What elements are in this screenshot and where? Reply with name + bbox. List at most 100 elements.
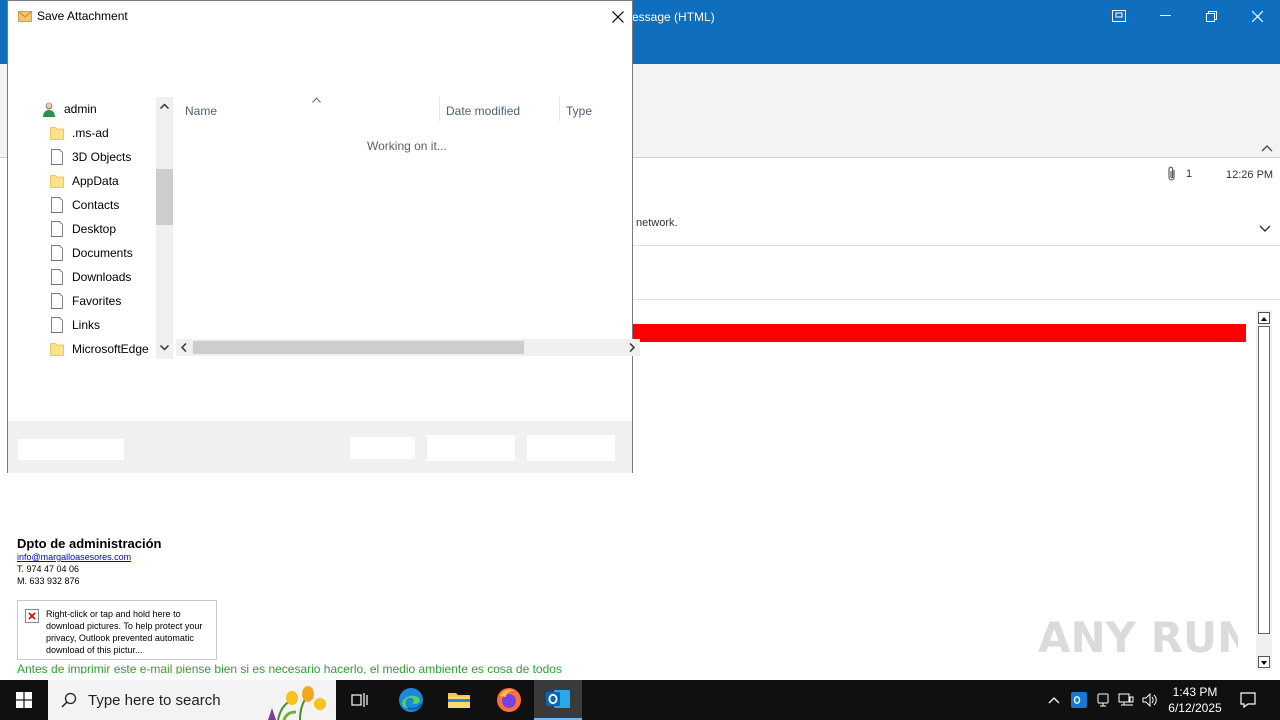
file-icon bbox=[50, 245, 64, 261]
task-view-icon bbox=[351, 693, 368, 707]
chevron-left-icon[interactable] bbox=[179, 342, 190, 353]
attachment-indicator[interactable]: 1 bbox=[1166, 166, 1192, 182]
chevron-right-icon[interactable] bbox=[626, 342, 637, 353]
ribbon-display-options-button[interactable] bbox=[1096, 0, 1142, 32]
chevron-down-icon[interactable] bbox=[1258, 222, 1272, 234]
firefox-icon bbox=[497, 688, 521, 712]
loading-status: Working on it... bbox=[367, 139, 447, 153]
nav-item-ms-ad[interactable]: .ms-ad bbox=[38, 121, 164, 145]
nav-item-contacts[interactable]: Contacts bbox=[38, 193, 164, 217]
nav-item-desktop[interactable]: Desktop bbox=[38, 217, 164, 241]
tools-button[interactable] bbox=[350, 437, 415, 459]
nav-item-downloads[interactable]: Downloads bbox=[38, 265, 164, 289]
column-header-name[interactable]: Name bbox=[185, 97, 440, 125]
anyrun-watermark-logo: ANY RUN bbox=[1038, 613, 1238, 662]
task-view-button[interactable] bbox=[336, 680, 384, 720]
column-divider[interactable] bbox=[559, 97, 560, 121]
triangle-down-icon bbox=[1261, 661, 1267, 665]
edge-icon bbox=[399, 688, 423, 712]
chevron-up-icon bbox=[1048, 697, 1060, 704]
signature-name: Dpto de administración bbox=[17, 536, 162, 551]
nav-item-microsoftedge[interactable]: MicrosoftEdge bbox=[38, 337, 164, 359]
attachment-count: 1 bbox=[1186, 168, 1193, 180]
search-placeholder: Type here to search bbox=[88, 692, 221, 709]
notifications-button[interactable] bbox=[1234, 680, 1262, 720]
dialog-button-area bbox=[8, 421, 632, 473]
signature-phone: T. 974 47 04 06 bbox=[17, 564, 80, 574]
nav-item-label: Documents bbox=[72, 246, 133, 260]
blocked-image-placeholder[interactable]: Right-click or tap and hold here to down… bbox=[17, 600, 217, 660]
navigation-pane: admin .ms-ad 3D Objects AppData Contacts Desk… bbox=[38, 97, 164, 359]
tray-device-button[interactable] bbox=[1093, 680, 1113, 720]
notification-icon bbox=[1240, 692, 1256, 708]
search-icon bbox=[61, 692, 77, 708]
file-icon bbox=[50, 221, 64, 237]
nav-item-favorites[interactable]: Favorites bbox=[38, 289, 164, 313]
scroll-down-arrow[interactable] bbox=[1258, 656, 1270, 668]
broken-image-icon bbox=[25, 609, 39, 623]
file-list-horizontal-scrollbar[interactable] bbox=[176, 339, 640, 356]
close-icon bbox=[612, 11, 624, 23]
save-button[interactable] bbox=[427, 435, 515, 461]
scroll-thumb[interactable] bbox=[1258, 326, 1270, 634]
message-vertical-scrollbar[interactable] bbox=[1256, 310, 1272, 670]
nav-item-links[interactable]: Links bbox=[38, 313, 164, 337]
nav-item-appdata[interactable]: AppData bbox=[38, 169, 164, 193]
start-button[interactable] bbox=[0, 680, 48, 720]
volume-button[interactable] bbox=[1140, 680, 1160, 720]
info-bar-text: network. bbox=[636, 217, 678, 229]
maximize-button[interactable] bbox=[1188, 0, 1234, 32]
h-scroll-thumb[interactable] bbox=[193, 341, 524, 354]
firefox-taskbar-button[interactable] bbox=[485, 680, 533, 720]
signature-mobile: M. 633 932 876 bbox=[17, 576, 80, 586]
dialog-close-button[interactable] bbox=[606, 5, 630, 29]
show-hidden-icons-button[interactable] bbox=[1044, 680, 1064, 720]
column-header-date-modified[interactable]: Date modified bbox=[446, 97, 558, 125]
save-attachment-dialog: Save Attachment admin .ms-ad 3D Objects App… bbox=[7, 0, 640, 473]
chevron-up-icon[interactable] bbox=[159, 101, 170, 112]
blocked-image-text: Right-click or tap and hold here to down… bbox=[46, 609, 203, 655]
tray-outlook-button[interactable] bbox=[1068, 680, 1090, 720]
scroll-up-arrow[interactable] bbox=[1258, 312, 1270, 324]
triangle-up-icon bbox=[1261, 317, 1267, 321]
file-explorer-taskbar-button[interactable] bbox=[435, 680, 483, 720]
file-icon bbox=[50, 293, 64, 309]
nav-item-label: Desktop bbox=[72, 222, 117, 236]
header-divider bbox=[632, 245, 1280, 246]
minimize-button[interactable] bbox=[1142, 0, 1188, 32]
folder-icon bbox=[448, 693, 470, 708]
hide-folders-control[interactable] bbox=[18, 439, 124, 460]
folder-icon bbox=[50, 173, 64, 189]
close-button[interactable] bbox=[1234, 0, 1280, 32]
column-header-type[interactable]: Type bbox=[566, 97, 626, 125]
footer-note: Antes de imprimir este e-mail piense bie… bbox=[17, 662, 562, 674]
column-label: Date modified bbox=[446, 104, 521, 118]
minimize-icon bbox=[1159, 15, 1171, 16]
taskbar-clock[interactable]: 1:43 PM 6/12/2025 bbox=[1160, 684, 1230, 716]
windows-logo-icon bbox=[16, 692, 32, 708]
network-button[interactable] bbox=[1116, 680, 1136, 720]
nav-scroll-thumb[interactable] bbox=[156, 169, 173, 225]
ribbon-display-icon bbox=[1112, 10, 1126, 22]
nav-item-label: Downloads bbox=[72, 270, 132, 284]
nav-vertical-scrollbar[interactable] bbox=[156, 97, 173, 359]
restore-icon bbox=[1205, 10, 1217, 22]
column-label: Name bbox=[185, 104, 218, 118]
clock-date: 6/12/2025 bbox=[1168, 701, 1222, 715]
taskbar-search-box[interactable]: Type here to search bbox=[48, 680, 336, 720]
nav-item-admin[interactable]: admin bbox=[38, 97, 164, 121]
edge-taskbar-button[interactable] bbox=[387, 680, 435, 720]
chevron-down-icon[interactable] bbox=[159, 342, 170, 353]
volume-icon bbox=[1142, 693, 1157, 707]
outlook-taskbar-button[interactable] bbox=[534, 680, 582, 720]
signature-email-link[interactable]: info@margalloasesores.com bbox=[17, 552, 131, 562]
column-divider[interactable] bbox=[439, 97, 440, 121]
paperclip-icon bbox=[1168, 166, 1175, 181]
collapse-ribbon-icon[interactable] bbox=[1260, 143, 1274, 155]
nav-item-3d-objects[interactable]: 3D Objects bbox=[38, 145, 164, 169]
taskbar: Type here to search 1:43 PM 6/12/2025 bbox=[0, 680, 1280, 720]
outlook-icon bbox=[546, 690, 570, 708]
nav-item-documents[interactable]: Documents bbox=[38, 241, 164, 265]
outlook-window-title: essage (HTML) bbox=[632, 10, 715, 24]
cancel-button[interactable] bbox=[527, 435, 615, 461]
